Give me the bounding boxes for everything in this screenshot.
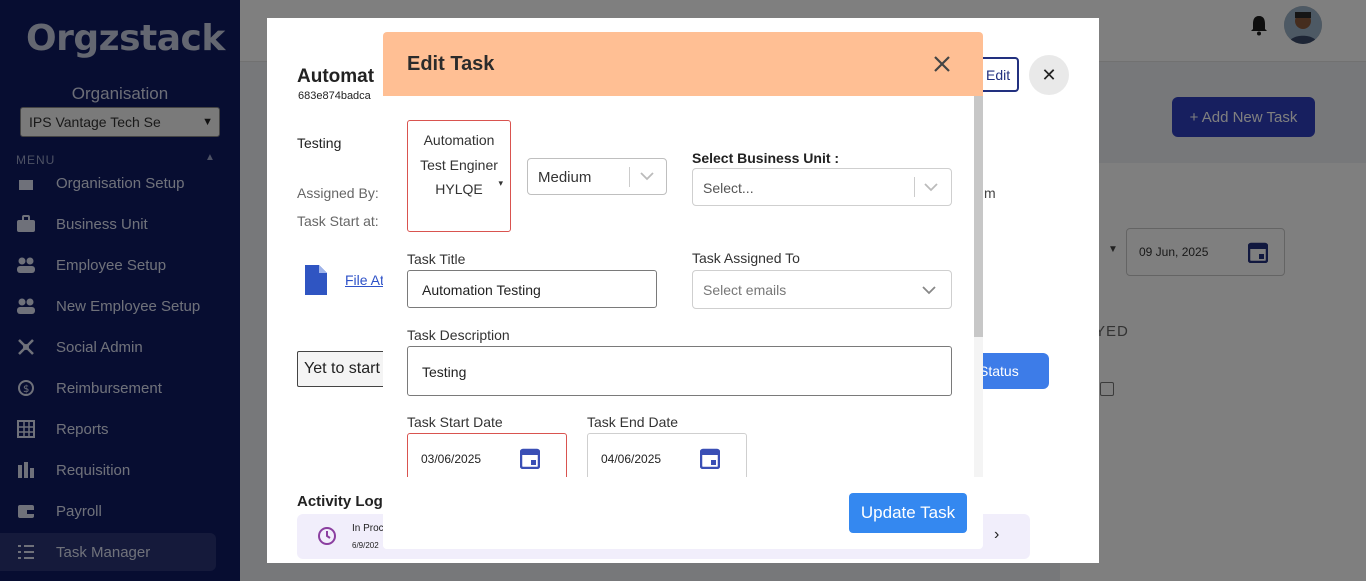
chevron-right-icon[interactable]: › — [994, 526, 999, 544]
close-icon[interactable] — [932, 54, 952, 74]
file-attachment-link[interactable]: File At — [345, 272, 384, 288]
task-start-label: Task Start at: — [297, 213, 379, 229]
task-start-date-value: 03/06/2025 — [421, 452, 482, 466]
close-icon[interactable]: ✕ — [1029, 55, 1069, 95]
chevron-down-icon — [922, 178, 940, 196]
status-select[interactable]: Yet to start — [297, 351, 387, 387]
business-unit-placeholder: Select... — [703, 180, 754, 196]
assigned-by-label: Assigned By: — [297, 185, 379, 201]
chevron-down-icon — [920, 281, 938, 299]
task-title-label: Task Title — [407, 251, 466, 267]
clock-icon — [317, 526, 337, 546]
business-unit-select[interactable]: Select... — [692, 168, 952, 206]
task-description-label: Task Description — [407, 327, 510, 343]
assignee-email-select[interactable]: Select emails — [692, 270, 952, 309]
priority-value: Medium — [538, 169, 592, 186]
calendar-icon[interactable] — [699, 447, 721, 470]
project-select-value: Automation Test Enginer HYLQE — [420, 132, 498, 197]
project-select[interactable]: Automation Test Enginer HYLQE ▾ — [407, 120, 511, 232]
task-description-input[interactable]: Testing — [407, 346, 952, 396]
calendar-icon[interactable] — [519, 447, 541, 470]
task-title-input[interactable]: Automation Testing — [407, 270, 657, 308]
modal-title: Edit Task — [407, 53, 495, 75]
modal-header: Edit Task — [383, 32, 983, 96]
file-icon — [305, 265, 327, 295]
assignee-text: m — [984, 185, 996, 201]
activity-status: In Proc — [352, 523, 384, 534]
activity-log-title: Activity Log — [297, 493, 383, 510]
edit-task-modal: Edit Task Automation Test Enginer HYLQE … — [383, 32, 983, 549]
task-start-date-label: Task Start Date — [407, 414, 503, 430]
assignee-email-placeholder: Select emails — [703, 282, 787, 298]
update-task-button[interactable]: Update Task — [849, 493, 967, 533]
chevron-down-icon — [638, 167, 656, 185]
business-unit-label: Select Business Unit : — [692, 150, 840, 166]
task-end-date-label: Task End Date — [587, 414, 679, 430]
task-end-date-value: 04/06/2025 — [601, 452, 662, 466]
priority-select[interactable]: Medium — [527, 158, 667, 195]
select-divider — [629, 167, 630, 187]
task-assigned-to-label: Task Assigned To — [692, 250, 800, 266]
task-description: Testing — [297, 135, 342, 151]
task-title: Automat — [297, 66, 375, 87]
task-id: 683e874badca — [298, 90, 371, 102]
scrollbar-thumb[interactable] — [974, 96, 983, 337]
chevron-down-icon: ▾ — [498, 178, 503, 188]
select-divider — [914, 177, 915, 197]
activity-date: 6/9/202 — [352, 541, 379, 550]
